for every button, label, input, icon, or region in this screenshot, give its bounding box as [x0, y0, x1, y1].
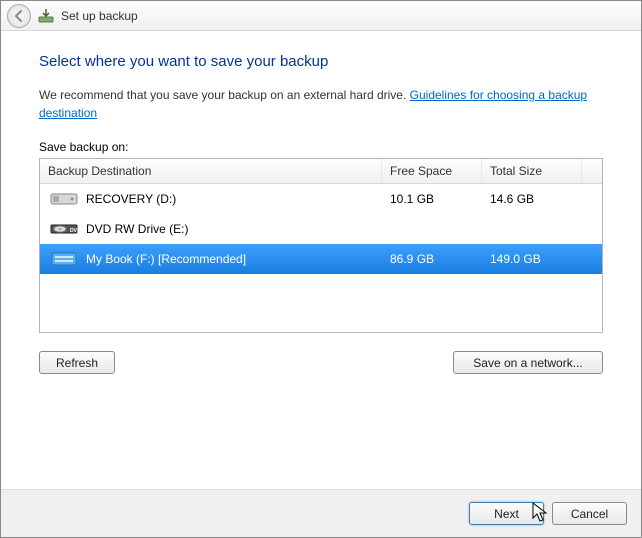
svg-text:DVD: DVD — [70, 228, 78, 234]
drive-total: 14.6 GB — [482, 192, 582, 206]
drive-name: RECOVERY (D:) — [86, 192, 176, 206]
back-arrow-icon — [12, 9, 26, 23]
drive-free: 10.1 GB — [382, 192, 482, 206]
recommendation-text: We recommend that you save your backup o… — [39, 86, 603, 122]
wizard-window: Set up backup Select where you want to s… — [0, 0, 642, 538]
drive-table: Backup Destination Free Space Total Size… — [39, 158, 603, 333]
drive-name: DVD RW Drive (E:) — [86, 222, 188, 236]
save-on-label: Save backup on: — [39, 140, 603, 154]
titlebar: Set up backup — [1, 1, 641, 31]
content-area: Select where you want to save your backu… — [1, 31, 641, 489]
action-row: Refresh Save on a network... — [39, 351, 603, 374]
next-button[interactable]: Next — [469, 502, 544, 525]
table-header: Backup Destination Free Space Total Size — [40, 159, 602, 184]
drive-total: 149.0 GB — [482, 252, 582, 266]
back-button[interactable] — [7, 4, 31, 28]
cancel-button[interactable]: Cancel — [552, 502, 627, 525]
backup-app-icon — [37, 7, 55, 25]
col-free-space[interactable]: Free Space — [382, 159, 482, 183]
col-destination[interactable]: Backup Destination — [40, 159, 382, 183]
drive-free: 86.9 GB — [382, 252, 482, 266]
page-heading: Select where you want to save your backu… — [39, 53, 603, 70]
table-row[interactable]: RECOVERY (D:) 10.1 GB 14.6 GB — [40, 184, 602, 214]
hdd-icon — [50, 189, 78, 209]
dvd-icon: DVD — [50, 219, 78, 239]
save-network-button[interactable]: Save on a network... — [453, 351, 603, 374]
recommendation-prefix: We recommend that you save your backup o… — [39, 88, 410, 102]
refresh-button[interactable]: Refresh — [39, 351, 115, 374]
drive-name: My Book (F:) [Recommended] — [86, 252, 246, 266]
external-drive-icon — [50, 249, 78, 269]
col-total-size[interactable]: Total Size — [482, 159, 582, 183]
window-title: Set up backup — [61, 9, 138, 23]
col-padding — [582, 159, 602, 183]
table-row[interactable]: My Book (F:) [Recommended] 86.9 GB 149.0… — [40, 244, 602, 274]
table-row[interactable]: DVD DVD RW Drive (E:) — [40, 214, 602, 244]
footer: Next Cancel — [1, 489, 641, 537]
